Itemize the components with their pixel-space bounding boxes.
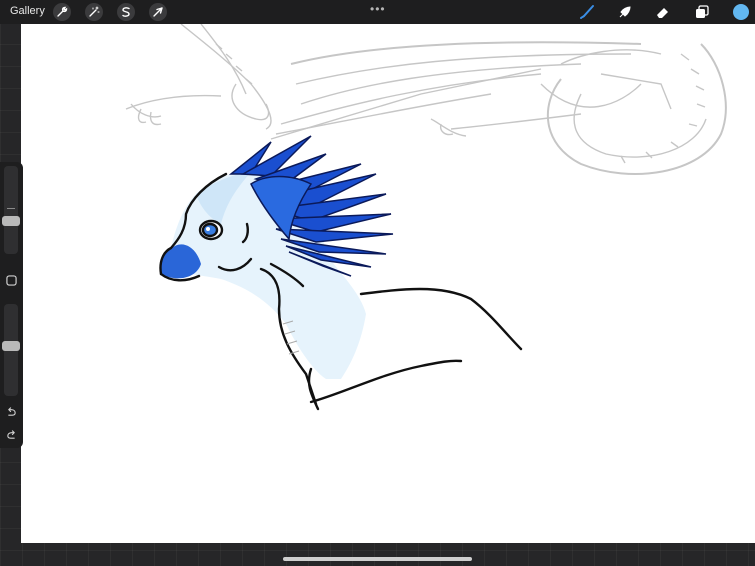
gallery-button[interactable]: Gallery bbox=[10, 5, 45, 17]
wrench-icon bbox=[57, 6, 68, 17]
redo-button[interactable] bbox=[4, 427, 18, 441]
modify-button[interactable] bbox=[4, 273, 18, 287]
transform-button[interactable] bbox=[149, 3, 167, 21]
opacity-thumb[interactable] bbox=[2, 341, 20, 351]
magic-wand-icon bbox=[89, 6, 100, 17]
smudge-icon bbox=[619, 6, 631, 18]
brush-size-slider[interactable] bbox=[4, 166, 18, 254]
adjustments-button[interactable] bbox=[85, 3, 103, 21]
arrow-cursor-icon bbox=[153, 7, 163, 17]
smudge-tool-button[interactable] bbox=[617, 4, 633, 20]
square-icon bbox=[5, 274, 17, 286]
brush-size-thumb[interactable] bbox=[2, 216, 20, 226]
brush-size-mark bbox=[7, 208, 15, 209]
selection-s-icon bbox=[122, 7, 130, 17]
top-toolbar: Gallery ••• bbox=[0, 0, 755, 24]
eraser-icon bbox=[657, 8, 668, 18]
layers-button[interactable] bbox=[694, 4, 710, 20]
sketch-layer bbox=[125, 24, 727, 175]
brush-icon bbox=[580, 5, 594, 19]
more-menu-dots[interactable]: ••• bbox=[370, 2, 386, 16]
brush-tool-button[interactable] bbox=[579, 4, 595, 20]
actions-button[interactable] bbox=[53, 3, 71, 21]
eraser-tool-button[interactable] bbox=[655, 4, 671, 20]
layers-icon bbox=[696, 5, 709, 18]
drawing-canvas[interactable] bbox=[21, 24, 755, 543]
undo-button[interactable] bbox=[4, 404, 18, 418]
color-picker-button[interactable] bbox=[733, 4, 749, 20]
artwork bbox=[125, 24, 727, 411]
home-indicator[interactable] bbox=[283, 557, 472, 561]
undo-icon bbox=[7, 406, 16, 416]
left-sidebar bbox=[0, 162, 23, 448]
redo-icon bbox=[6, 429, 15, 439]
selection-button[interactable] bbox=[117, 3, 135, 21]
